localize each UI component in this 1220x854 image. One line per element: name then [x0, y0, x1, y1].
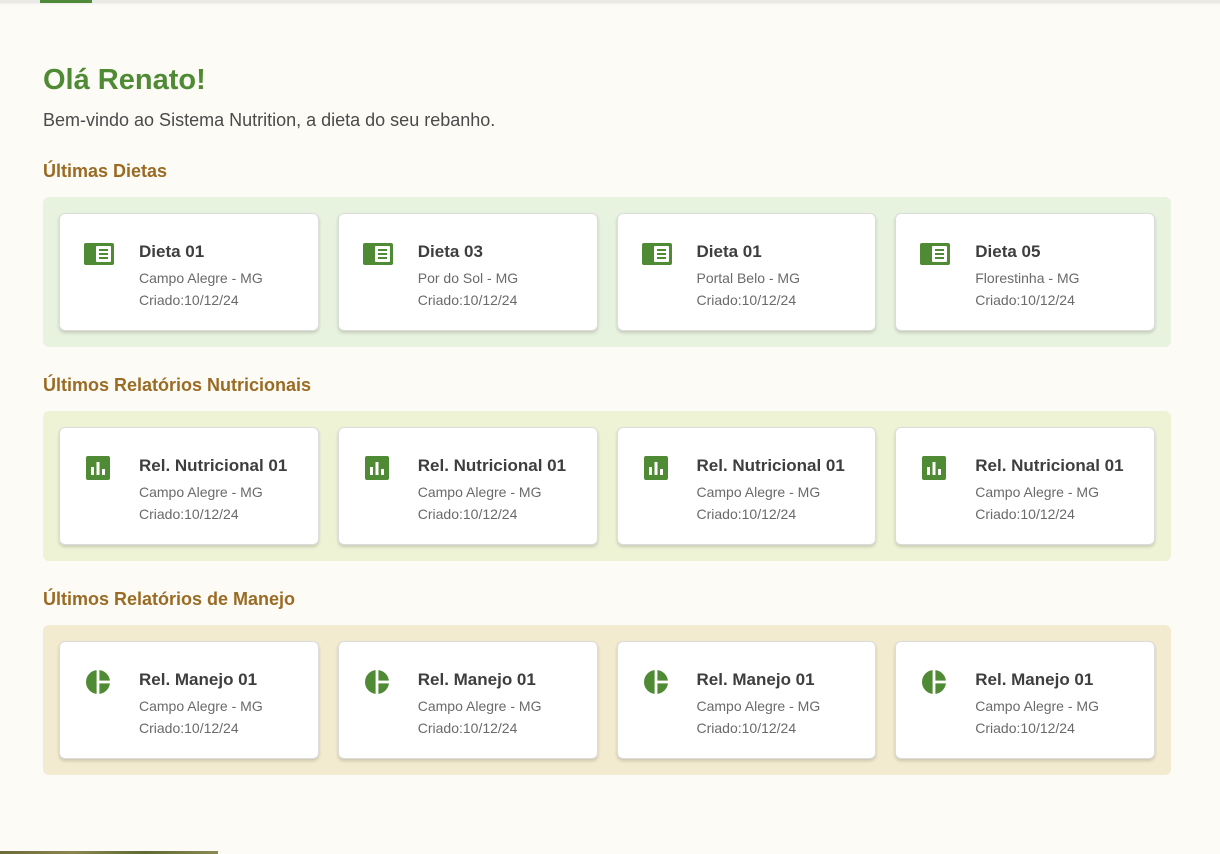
pie-chart-icon — [922, 670, 947, 694]
diet-book-icon — [362, 243, 393, 265]
active-tab-indicator — [40, 0, 92, 3]
card-location: Campo Alegre - MG — [696, 698, 821, 714]
top-nav-bar — [0, 0, 1220, 3]
bar-chart-icon — [86, 456, 110, 480]
card-location: Florestinha - MG — [975, 270, 1080, 286]
page-greeting: Olá Renato! — [43, 64, 206, 96]
card-title: Rel. Manejo 01 — [139, 670, 258, 689]
management-report-card[interactable]: Rel. Manejo 01 Campo Alegre - MG Criado:… — [616, 641, 877, 759]
card-location: Por do Sol - MG — [417, 270, 519, 286]
card-created-date: Criado:10/12/24 — [139, 292, 239, 308]
card-location: Campo Alegre - MG — [975, 698, 1099, 714]
section-title-management-reports: Últimos Relatórios de Manejo — [43, 589, 296, 609]
card-location: Campo Alegre - MG — [139, 484, 263, 500]
diet-book-icon — [641, 243, 672, 265]
bar-chart-icon — [922, 456, 947, 480]
card-created-date: Criado:10/12/24 — [696, 720, 797, 736]
card-created-date: Criado:10/12/24 — [696, 506, 797, 522]
card-created-date: Criado:10/12/24 — [139, 506, 239, 522]
management-report-card[interactable]: Rel. Manejo 01 Campo Alegre - MG Criado:… — [337, 641, 598, 759]
section-title-diets: Últimas Dietas — [43, 161, 168, 181]
card-created-date: Criado:10/12/24 — [975, 720, 1075, 736]
card-title: Dieta 05 — [975, 242, 1041, 261]
card-location: Campo Alegre - MG — [975, 484, 1099, 500]
card-created-date: Criado:10/12/24 — [975, 292, 1075, 308]
card-title: Rel. Manejo 01 — [417, 670, 536, 689]
card-created-date: Criado:10/12/24 — [417, 292, 518, 308]
card-title: Dieta 03 — [417, 242, 483, 261]
diet-book-icon — [84, 243, 114, 265]
card-location: Campo Alegre - MG — [139, 698, 263, 714]
card-location: Campo Alegre - MG — [139, 270, 263, 286]
diet-card[interactable]: Dieta 01 Campo Alegre - MG Criado:10/12/… — [59, 213, 319, 331]
section-title-nutritional-reports: Últimos Relatórios Nutricionais — [43, 375, 312, 395]
card-title: Rel. Manejo 01 — [696, 670, 815, 689]
card-title: Rel. Nutricional 01 — [696, 456, 845, 475]
card-location: Campo Alegre - MG — [417, 698, 542, 714]
card-title: Rel. Nutricional 01 — [417, 456, 567, 475]
diet-card[interactable]: Dieta 03 Por do Sol - MG Criado:10/12/24 — [337, 213, 598, 331]
nutritional-report-card[interactable]: Rel. Nutricional 01 Campo Alegre - MG Cr… — [616, 427, 877, 545]
pie-chart-icon — [86, 670, 110, 694]
nutritional-reports-panel: Rel. Nutricional 01 Campo Alegre - MG Cr… — [43, 411, 1171, 561]
card-location: Campo Alegre - MG — [417, 484, 542, 500]
card-location: Campo Alegre - MG — [696, 484, 821, 500]
card-created-date: Criado:10/12/24 — [975, 506, 1075, 522]
card-title: Dieta 01 — [139, 242, 205, 261]
diet-book-icon — [920, 243, 951, 265]
nutritional-report-card[interactable]: Rel. Nutricional 01 Campo Alegre - MG Cr… — [59, 427, 319, 545]
card-title: Rel. Nutricional 01 — [139, 456, 288, 475]
bar-chart-icon — [364, 456, 389, 480]
welcome-subtitle: Bem-vindo ao Sistema Nutrition, a dieta … — [43, 110, 496, 130]
management-reports-panel: Rel. Manejo 01 Campo Alegre - MG Criado:… — [43, 625, 1171, 775]
bar-chart-icon — [643, 456, 668, 480]
card-created-date: Criado:10/12/24 — [139, 720, 239, 736]
card-created-date: Criado:10/12/24 — [417, 720, 518, 736]
nutritional-report-card[interactable]: Rel. Nutricional 01 Campo Alegre - MG Cr… — [337, 427, 598, 545]
card-title: Dieta 01 — [696, 242, 762, 261]
card-created-date: Criado:10/12/24 — [417, 506, 518, 522]
nutritional-report-card[interactable]: Rel. Nutricional 01 Campo Alegre - MG Cr… — [895, 427, 1155, 545]
card-location: Portal Belo - MG — [696, 270, 800, 286]
pie-chart-icon — [364, 670, 389, 694]
diet-card[interactable]: Dieta 05 Florestinha - MG Criado:10/12/2… — [895, 213, 1155, 331]
management-report-card[interactable]: Rel. Manejo 01 Campo Alegre - MG Criado:… — [895, 641, 1155, 759]
card-created-date: Criado:10/12/24 — [696, 292, 797, 308]
diet-card[interactable]: Dieta 01 Portal Belo - MG Criado:10/12/2… — [616, 213, 877, 331]
dashboard-content: Olá Renato! Bem-vindo ao Sistema Nutriti… — [43, 58, 1171, 775]
card-title: Rel. Manejo 01 — [975, 670, 1094, 689]
management-report-card[interactable]: Rel. Manejo 01 Campo Alegre - MG Criado:… — [59, 641, 319, 759]
pie-chart-icon — [643, 670, 668, 694]
card-title: Rel. Nutricional 01 — [975, 456, 1124, 475]
diets-panel: Dieta 01 Campo Alegre - MG Criado:10/12/… — [43, 197, 1171, 347]
